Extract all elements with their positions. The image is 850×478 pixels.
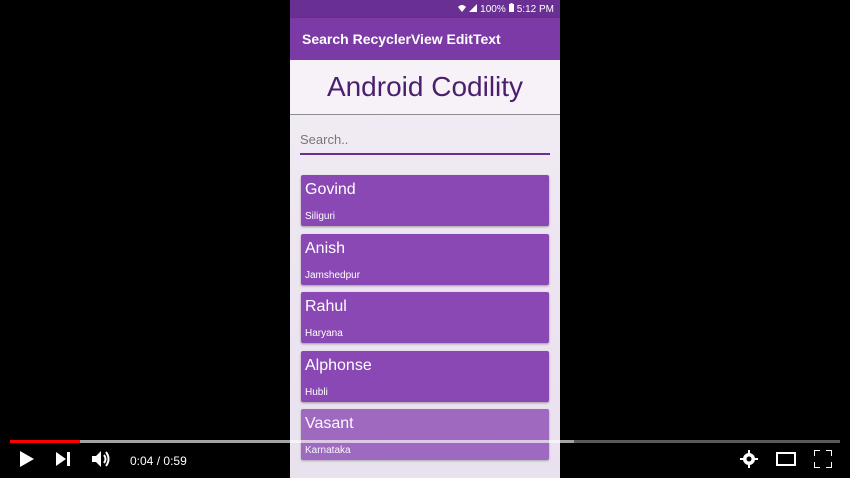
time-display: 0:04 / 0:59 xyxy=(130,454,187,468)
item-name: Rahul xyxy=(305,298,347,315)
search-input[interactable] xyxy=(300,132,550,147)
item-city: Hubli xyxy=(305,386,328,398)
recycler-list[interactable]: Govind Siliguri Anish Jamshedpur Rahul H… xyxy=(301,175,549,468)
app-title: Search RecyclerView EditText xyxy=(302,31,501,47)
phone-screen: 100% 5:12 PM Search RecyclerView EditTex… xyxy=(290,0,560,478)
player-controls-right xyxy=(740,448,833,473)
played-bar xyxy=(10,440,80,443)
battery-percent: 100% xyxy=(480,3,506,15)
app-bar: Search RecyclerView EditText xyxy=(290,18,560,60)
player-controls-left: 0:04 / 0:59 xyxy=(20,450,187,472)
play-icon[interactable] xyxy=(20,450,34,472)
battery-icon xyxy=(508,3,514,15)
settings-gear-icon[interactable] xyxy=(740,449,758,473)
list-item[interactable]: Vasant Karnataka xyxy=(301,409,549,460)
progress-bar[interactable] xyxy=(10,440,840,443)
buffered-bar xyxy=(10,440,575,443)
item-name: Alphonse xyxy=(305,356,372,374)
list-item[interactable]: Govind Siliguri xyxy=(301,175,549,226)
signal-icon xyxy=(469,3,478,15)
next-icon[interactable] xyxy=(56,451,70,471)
item-city: Siliguri xyxy=(305,211,336,222)
item-name: Anish xyxy=(305,239,346,257)
search-field[interactable] xyxy=(300,131,550,155)
wifi-icon xyxy=(458,4,467,15)
item-name: Govind xyxy=(305,181,356,198)
time-separator: / xyxy=(156,454,161,468)
volume-icon[interactable] xyxy=(92,450,112,473)
hero-title: Android Codility xyxy=(290,60,560,115)
status-time: 5:12 PM xyxy=(516,3,554,15)
item-city: Jamshedpur xyxy=(305,269,361,281)
fullscreen-icon[interactable] xyxy=(813,448,833,473)
list-item[interactable]: Alphonse Hubli xyxy=(301,350,549,402)
theater-mode-icon[interactable] xyxy=(776,451,796,471)
duration: 0:59 xyxy=(163,454,187,468)
list-item[interactable]: Anish Jamshedpur xyxy=(301,233,549,285)
item-city: Haryana xyxy=(305,328,343,339)
status-bar: 100% 5:12 PM xyxy=(290,0,560,18)
list-item[interactable]: Rahul Haryana xyxy=(301,292,549,343)
item-city: Karnataka xyxy=(305,445,351,456)
current-time: 0:04 xyxy=(130,454,154,468)
item-name: Vasant xyxy=(305,415,354,432)
